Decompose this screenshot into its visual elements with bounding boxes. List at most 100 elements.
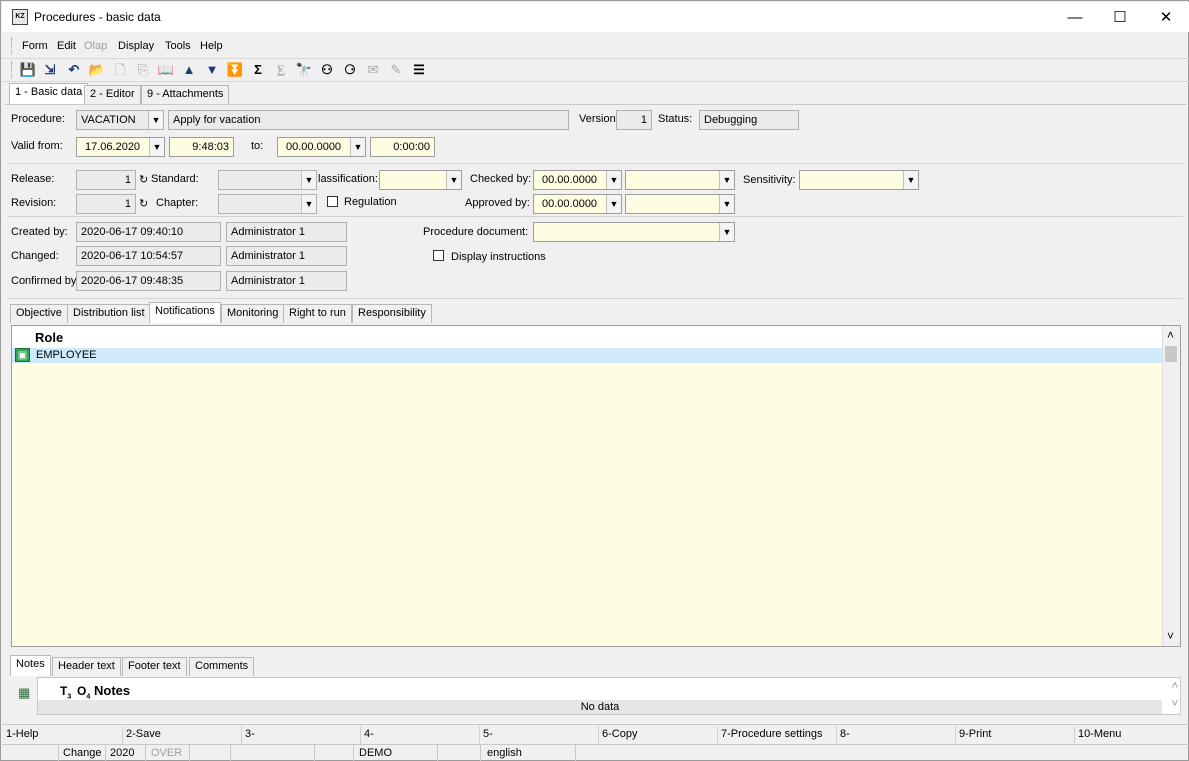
type-column-header[interactable]: T3 <box>60 684 71 700</box>
procedure-code-select[interactable]: VACATION ▼ <box>76 110 164 130</box>
sum-icon[interactable]: Σ <box>249 61 267 79</box>
menu-help[interactable]: Help <box>200 40 223 52</box>
valid-to-time-field[interactable]: 0:00:00 <box>370 137 435 157</box>
tab-objective[interactable]: Objective <box>10 304 68 323</box>
chevron-down-icon[interactable]: ▼ <box>903 171 918 189</box>
mail-icon[interactable]: ✉ <box>364 61 382 79</box>
move-up-icon[interactable]: ▲ <box>180 61 198 79</box>
new-record-icon[interactable]: 🗋 <box>111 61 129 79</box>
notifications-grid[interactable]: Role ▣ EMPLOYEE ˄ ˅ <box>11 325 1181 647</box>
changed-user-field[interactable]: Administrator 1 <box>226 246 347 266</box>
approved-by-date-field[interactable]: 00.00.0000 ▼ <box>533 194 622 214</box>
chevron-down-icon[interactable]: ▼ <box>719 223 734 241</box>
calendar-dropdown-icon[interactable]: ▼ <box>606 171 621 189</box>
fkey-3[interactable]: 3- <box>245 728 255 740</box>
release-field[interactable]: 1 <box>76 170 136 190</box>
maximize-button[interactable]: ☐ <box>1097 3 1143 32</box>
classification-select[interactable]: ▼ <box>379 170 462 190</box>
fkey-copy[interactable]: 6-Copy <box>602 728 637 740</box>
find-previous-icon[interactable]: ⚆ <box>341 61 359 79</box>
confirmed-user-field[interactable]: Administrator 1 <box>226 271 347 291</box>
tab-right-to-run[interactable]: Right to run <box>283 304 352 323</box>
approved-by-user-select[interactable]: ▼ <box>625 194 735 214</box>
fkey-save[interactable]: 2-Save <box>126 728 161 740</box>
fkey-print[interactable]: 9-Print <box>959 728 991 740</box>
vertical-scrollbar[interactable]: ˄ ˅ <box>1162 326 1180 646</box>
move-down-icon[interactable]: ▼ <box>203 61 221 79</box>
fkey-menu[interactable]: 10-Menu <box>1078 728 1121 740</box>
copy-record-icon[interactable]: ⎘ <box>134 61 152 79</box>
tab-responsibility[interactable]: Responsibility <box>352 304 432 323</box>
valid-from-date-field[interactable]: 17.06.2020 ▼ <box>76 137 165 157</box>
chevron-down-icon[interactable]: ▼ <box>719 195 734 213</box>
status-field[interactable]: Debugging <box>699 110 799 130</box>
chevron-down-icon[interactable]: ▼ <box>719 171 734 189</box>
scroll-thumb[interactable] <box>1165 346 1177 362</box>
changed-at-field[interactable]: 2020-06-17 10:54:57 <box>76 246 221 266</box>
open-icon[interactable]: 📂 <box>88 61 106 79</box>
tab-basic-data[interactable]: 1 - Basic data <box>9 83 89 104</box>
scroll-down-icon[interactable]: ˅ <box>1172 698 1178 710</box>
valid-to-date-field[interactable]: 00.00.0000 ▼ <box>277 137 366 157</box>
calendar-dropdown-icon[interactable]: ▼ <box>149 138 164 156</box>
checked-by-date-field[interactable]: 00.00.0000 ▼ <box>533 170 622 190</box>
revision-history-icon[interactable]: ↻ <box>139 197 148 210</box>
calendar-dropdown-icon[interactable]: ▼ <box>606 195 621 213</box>
save-icon[interactable]: 💾 <box>19 61 37 79</box>
display-instructions-checkbox[interactable] <box>433 250 444 261</box>
notes-grid[interactable]: T3 O4 Notes No data ˄ ˅ <box>37 677 1181 715</box>
chevron-down-icon[interactable]: ▼ <box>301 195 316 213</box>
procedure-name-field[interactable]: Apply for vacation <box>168 110 569 130</box>
fkey-help[interactable]: 1-Help <box>6 728 38 740</box>
edit-icon[interactable]: ✎ <box>387 61 405 79</box>
version-field[interactable]: 1 <box>616 110 652 130</box>
fkey-procedure-settings[interactable]: 7-Procedure settings <box>721 728 823 740</box>
scroll-up-icon[interactable]: ˄ <box>1172 680 1178 692</box>
filter-icon[interactable]: ⏬ <box>226 61 244 79</box>
menu-display[interactable]: Display <box>118 40 154 52</box>
tab-comments[interactable]: Comments <box>189 657 255 676</box>
tab-notes[interactable]: Notes <box>10 655 51 676</box>
checked-by-user-select[interactable]: ▼ <box>625 170 735 190</box>
table-row[interactable]: ▣ EMPLOYEE <box>12 348 1162 363</box>
role-cell[interactable]: EMPLOYEE <box>36 349 97 361</box>
calendar-dropdown-icon[interactable]: ▼ <box>350 138 365 156</box>
procedure-document-select[interactable]: ▼ <box>533 222 735 242</box>
notes-grid-icon[interactable]: ▦ <box>18 685 30 701</box>
minimize-button[interactable]: — <box>1052 3 1098 32</box>
menu-edit[interactable]: Edit <box>57 40 76 52</box>
book-icon[interactable]: 📖 <box>157 61 175 79</box>
tab-attachments[interactable]: 9 - Attachments <box>141 85 230 104</box>
tab-notifications[interactable]: Notifications <box>149 302 221 323</box>
revision-field[interactable]: 1 <box>76 194 136 214</box>
valid-from-time-field[interactable]: 9:48:03 <box>169 137 234 157</box>
regulation-checkbox[interactable] <box>327 196 338 207</box>
fkey-5[interactable]: 5- <box>483 728 493 740</box>
close-button[interactable]: ✕ <box>1143 3 1189 32</box>
role-column-header[interactable]: Role <box>35 330 63 345</box>
tab-monitoring[interactable]: Monitoring <box>221 304 285 323</box>
confirmed-at-field[interactable]: 2020-06-17 09:48:35 <box>76 271 221 291</box>
fkey-8[interactable]: 8- <box>840 728 850 740</box>
created-at-field[interactable]: 2020-06-17 09:40:10 <box>76 222 221 242</box>
sum-off-icon[interactable]: ⨊ <box>272 61 290 79</box>
created-user-field[interactable]: Administrator 1 <box>226 222 347 242</box>
find-icon[interactable]: 🔭 <box>295 61 313 79</box>
menu-tools[interactable]: Tools <box>165 40 191 52</box>
tab-distribution-list[interactable]: Distribution list <box>67 304 151 323</box>
chapter-select[interactable]: ▼ <box>218 194 317 214</box>
menu-olap[interactable]: Olap <box>84 40 107 52</box>
sensitivity-select[interactable]: ▼ <box>799 170 919 190</box>
fkey-4[interactable]: 4- <box>364 728 374 740</box>
tab-header-text[interactable]: Header text <box>52 657 121 676</box>
tab-editor[interactable]: 2 - Editor <box>84 85 141 104</box>
tab-footer-text[interactable]: Footer text <box>122 657 187 676</box>
notes-column-header[interactable]: Notes <box>94 683 130 698</box>
menu-form[interactable]: Form <box>22 40 48 52</box>
find-next-icon[interactable]: ⚇ <box>318 61 336 79</box>
chevron-down-icon[interactable]: ▼ <box>446 171 461 189</box>
standard-select[interactable]: ▼ <box>218 170 317 190</box>
menu-icon[interactable]: ☰ <box>410 61 428 79</box>
scroll-up-icon[interactable]: ˄ <box>1167 328 1174 342</box>
chevron-down-icon[interactable]: ▼ <box>301 171 316 189</box>
